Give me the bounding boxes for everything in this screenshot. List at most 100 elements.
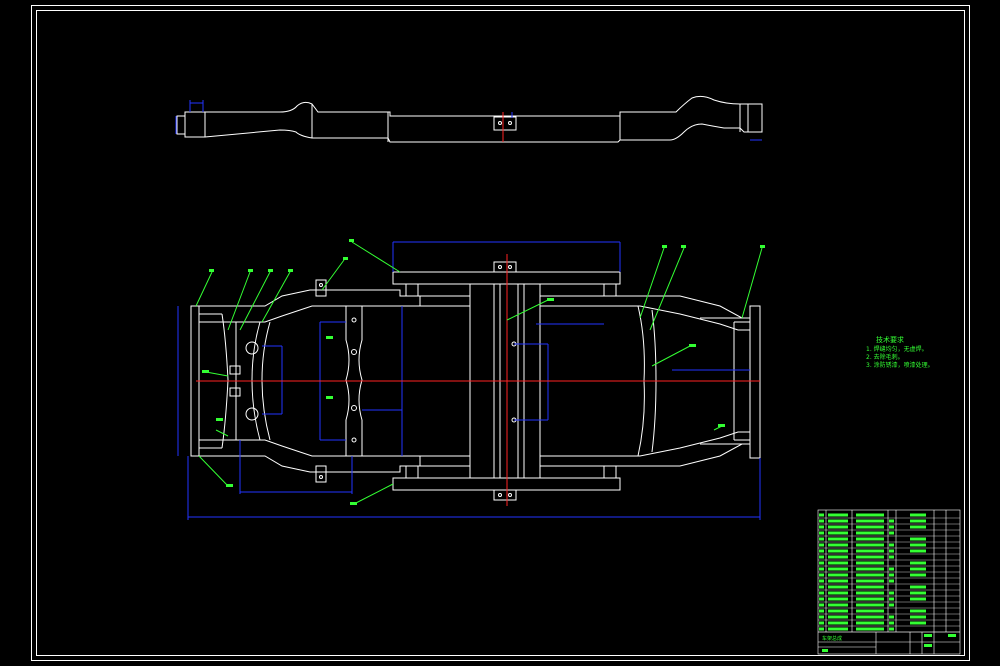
bom-cell-mark xyxy=(910,567,926,571)
cad-drawing-canvas: 车架总成 xyxy=(31,5,970,661)
bom-cell-mark xyxy=(819,537,824,541)
bom-cell-mark xyxy=(819,585,824,589)
bom-cell-mark xyxy=(889,543,894,547)
bom-cell-mark xyxy=(828,549,848,553)
bom-cell-mark xyxy=(910,573,926,577)
bom-cell-mark xyxy=(889,597,894,601)
bom-cell-mark xyxy=(856,561,884,565)
bom-cell-mark xyxy=(828,603,848,607)
bom-cell-mark xyxy=(828,513,848,517)
bom-cell-mark xyxy=(889,567,894,571)
bom-cell-mark xyxy=(819,621,824,625)
bom-cell-mark xyxy=(828,609,848,613)
bom-cell-mark xyxy=(889,579,894,583)
bom-cell-mark xyxy=(856,519,884,523)
bom-cell-mark xyxy=(819,567,824,571)
technical-requirement-1: 1. 焊缝均匀，无虚焊。 xyxy=(866,346,928,353)
bom-cell-mark xyxy=(889,591,894,595)
bom-cell-mark xyxy=(910,519,926,523)
bom-cell-mark xyxy=(856,531,884,535)
bom-cell-mark xyxy=(819,627,824,631)
part-leaders xyxy=(195,241,763,505)
bom-cell-mark xyxy=(889,603,894,607)
bom-cell-mark xyxy=(910,585,926,589)
bom-cell-mark xyxy=(828,531,848,535)
bom-cell-mark xyxy=(856,513,884,517)
technical-requirement-3: 3. 涂防锈漆，喷漆处理。 xyxy=(866,362,934,369)
bom-cell-mark xyxy=(819,579,824,583)
bom-cell-mark xyxy=(828,621,848,625)
bom-cell-mark xyxy=(828,585,848,589)
bom-cell-mark xyxy=(889,621,894,625)
bom-cell-mark xyxy=(828,627,848,631)
bom-cell-mark xyxy=(910,561,926,565)
bom-cell-mark xyxy=(910,597,926,601)
bom-cell-mark xyxy=(819,531,824,535)
side-view-frame-rail xyxy=(176,95,763,143)
bom-cell-mark xyxy=(856,603,884,607)
bom-cell-mark xyxy=(889,573,894,577)
title-block-marks xyxy=(822,634,956,652)
bom-cell-mark xyxy=(889,615,894,619)
bom-cell-mark xyxy=(828,567,848,571)
bom-cell-mark xyxy=(828,525,848,529)
bom-cell-mark xyxy=(910,549,926,553)
bom-cell-mark xyxy=(819,615,824,619)
bom-cell-mark xyxy=(828,537,848,541)
bom-cell-mark xyxy=(819,513,824,517)
bom-cell-mark xyxy=(910,525,926,529)
bom-cell-mark xyxy=(819,609,824,613)
plan-view-centerline xyxy=(196,254,760,506)
bom-cell-mark xyxy=(819,555,824,559)
bom-cell-mark xyxy=(828,573,848,577)
technical-requirements-title: 技术要求 xyxy=(876,336,904,344)
bom-cell-mark xyxy=(819,519,824,523)
bom-cell-mark xyxy=(856,621,884,625)
bom-cell-mark xyxy=(889,549,894,553)
bom-cell-mark xyxy=(910,537,926,541)
bom-cell-mark xyxy=(856,597,884,601)
bom-cell-mark xyxy=(856,573,884,577)
bom-rows xyxy=(818,513,960,633)
bom-cell-mark xyxy=(856,549,884,553)
bom-cell-mark xyxy=(889,519,894,523)
technical-requirement-2: 2. 去除毛刺。 xyxy=(866,354,904,361)
bom-cell-mark xyxy=(819,597,824,601)
bom-cell-mark xyxy=(819,573,824,577)
bom-cell-mark xyxy=(856,567,884,571)
bom-cell-mark xyxy=(889,627,894,631)
bom-cell-mark xyxy=(910,591,926,595)
bom-cell-mark xyxy=(856,525,884,529)
bom-cell-mark xyxy=(910,609,926,613)
bom-cell-mark xyxy=(856,609,884,613)
bom-cell-mark xyxy=(819,591,824,595)
bom-cell-mark xyxy=(910,543,926,547)
bom-cell-mark xyxy=(856,543,884,547)
bom-cell-mark xyxy=(889,525,894,529)
bom-cell-mark xyxy=(828,519,848,523)
bom-cell-mark xyxy=(856,615,884,619)
bom-cell-mark xyxy=(819,603,824,607)
bom-cell-mark xyxy=(910,621,926,625)
bom-cell-mark xyxy=(856,627,884,631)
bom-cell-mark xyxy=(856,537,884,541)
bom-cell-mark xyxy=(856,579,884,583)
bom-cell-mark xyxy=(819,525,824,529)
bom-cell-mark xyxy=(828,597,848,601)
bom-cell-mark xyxy=(828,555,848,559)
bom-cell-mark xyxy=(828,543,848,547)
bom-cell-mark xyxy=(856,591,884,595)
bom-cell-mark xyxy=(828,579,848,583)
bom-cell-mark xyxy=(889,555,894,559)
bom-cell-mark xyxy=(856,585,884,589)
bom-cell-mark xyxy=(856,555,884,559)
bom-cell-mark xyxy=(828,615,848,619)
bom-cell-mark xyxy=(828,591,848,595)
bom-cell-mark xyxy=(889,531,894,535)
bom-cell-mark xyxy=(910,615,926,619)
bom-cell-mark xyxy=(819,543,824,547)
title-block-name: 车架总成 xyxy=(822,635,842,642)
bom-cell-mark xyxy=(819,561,824,565)
bom-cell-mark xyxy=(828,561,848,565)
bom-cell-mark xyxy=(819,549,824,553)
